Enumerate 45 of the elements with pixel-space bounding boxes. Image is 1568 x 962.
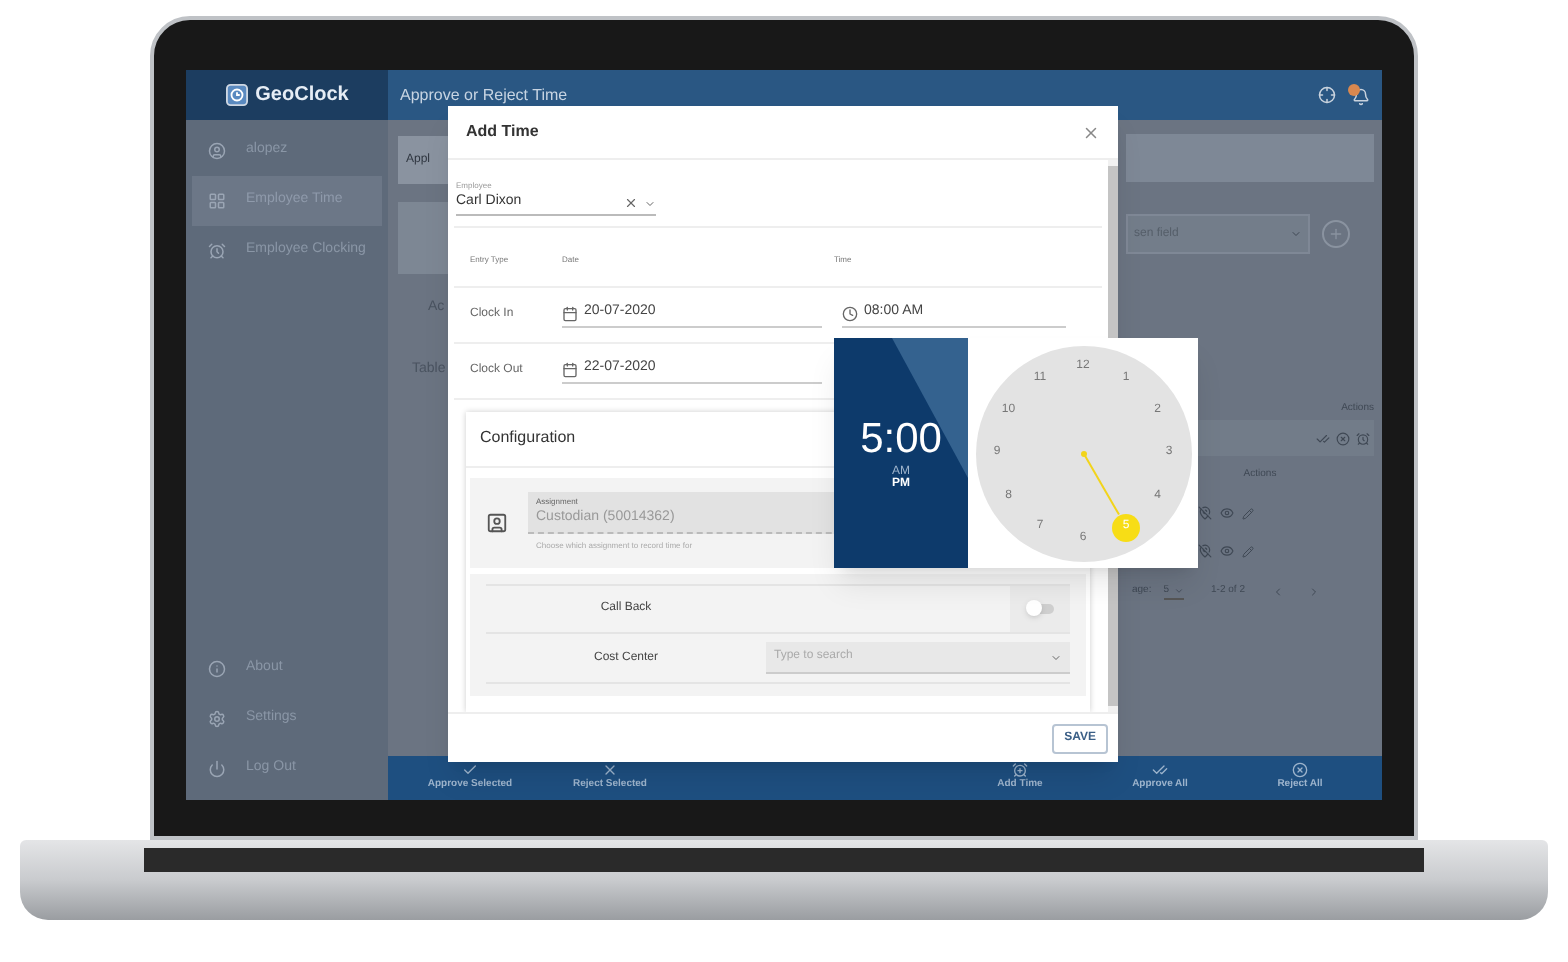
power-icon bbox=[208, 760, 226, 778]
x-circle-icon bbox=[1292, 762, 1308, 779]
info-icon bbox=[208, 660, 226, 678]
alarm-clock-icon[interactable] bbox=[1356, 431, 1370, 445]
caret-icon bbox=[1173, 586, 1184, 596]
eye-icon[interactable] bbox=[1220, 506, 1234, 520]
section-title: Configuration bbox=[480, 426, 576, 451]
selected-time: 5:00 bbox=[860, 417, 942, 459]
calendar-icon bbox=[562, 361, 578, 378]
grid-icon bbox=[208, 192, 226, 210]
double-check-icon[interactable] bbox=[1316, 431, 1330, 445]
previous-page-icon[interactable] bbox=[1272, 586, 1285, 598]
alarm-clock-plus-icon bbox=[1012, 762, 1028, 779]
caret-icon bbox=[1290, 228, 1302, 240]
bell-icon[interactable] bbox=[1352, 88, 1370, 106]
clock-icon bbox=[842, 305, 858, 322]
calendar-icon bbox=[562, 305, 578, 322]
close-icon bbox=[602, 762, 618, 779]
pencil-icon[interactable] bbox=[1242, 507, 1254, 519]
x-circle-icon[interactable] bbox=[1336, 431, 1350, 445]
caret-icon bbox=[644, 197, 656, 210]
app-logo-text: GeoClock bbox=[255, 82, 349, 110]
call-back-switch[interactable] bbox=[1027, 604, 1053, 615]
page-title: Approve or Reject Time bbox=[400, 83, 568, 107]
settings-icon bbox=[208, 710, 226, 728]
eye-icon[interactable] bbox=[1220, 544, 1234, 558]
logo-icon bbox=[225, 84, 248, 106]
add-button[interactable] bbox=[1322, 220, 1350, 248]
pin-off-icon[interactable] bbox=[1198, 544, 1212, 558]
location-icon[interactable] bbox=[1318, 86, 1336, 104]
alarm-clock-icon bbox=[208, 242, 226, 260]
pencil-icon[interactable] bbox=[1242, 545, 1254, 557]
check-icon bbox=[462, 762, 478, 779]
clock-hand-drawing bbox=[1079, 449, 1122, 518]
pin-off-icon[interactable] bbox=[1198, 506, 1212, 520]
clear-icon[interactable] bbox=[624, 196, 638, 211]
user-icon bbox=[208, 142, 226, 160]
next-page-icon[interactable] bbox=[1308, 586, 1321, 598]
card-background bbox=[398, 202, 448, 274]
caret-icon bbox=[1050, 651, 1062, 664]
contact-card-icon bbox=[486, 511, 508, 534]
plus-icon bbox=[1328, 226, 1344, 242]
close-icon[interactable] bbox=[1082, 123, 1100, 141]
dialog-title: Add Time bbox=[466, 120, 539, 144]
double-check-icon bbox=[1152, 762, 1168, 779]
